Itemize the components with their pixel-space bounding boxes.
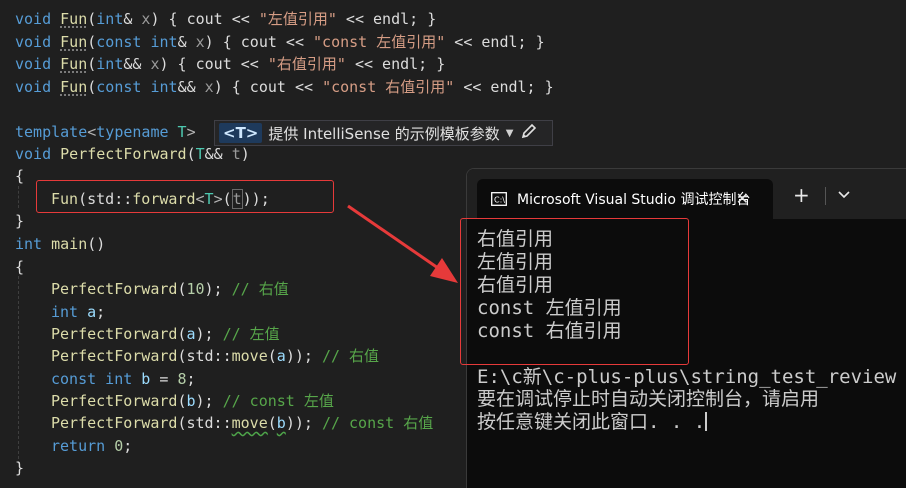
annotation-arrow xyxy=(347,204,458,283)
